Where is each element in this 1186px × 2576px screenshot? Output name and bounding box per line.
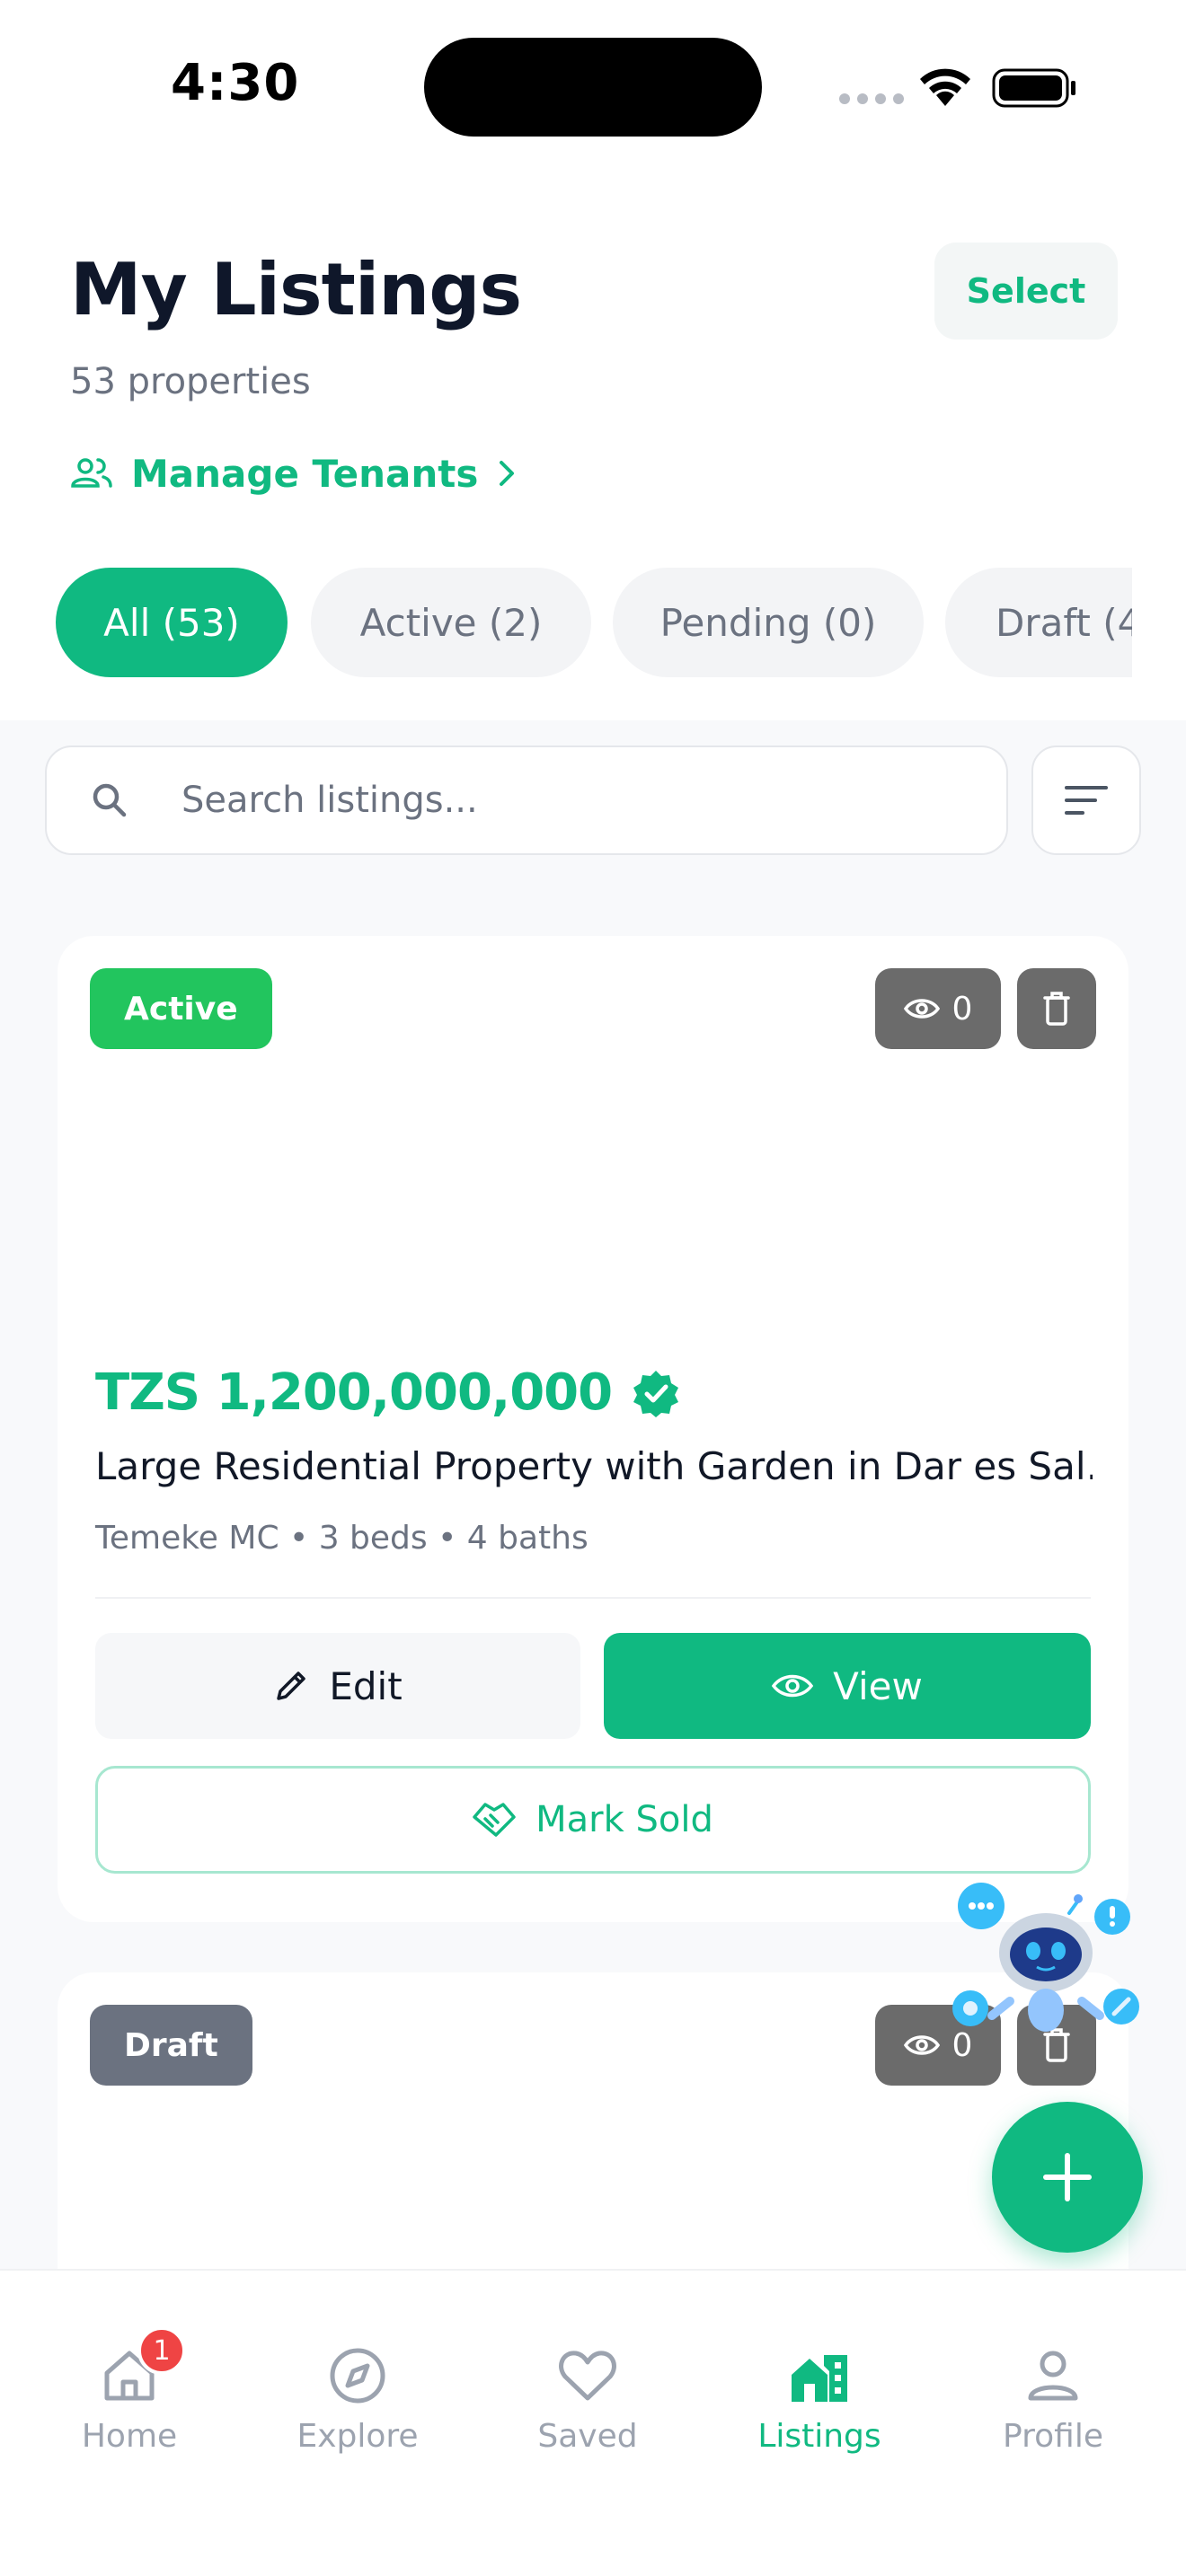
manage-tenants-link[interactable]: Manage Tenants: [70, 442, 518, 505]
filter-chip-all[interactable]: All (53): [56, 568, 288, 677]
verified-badge-icon: [633, 1370, 679, 1417]
filter-chip-pending[interactable]: Pending (0): [613, 568, 924, 677]
views-count: 0: [875, 968, 1001, 1049]
mark-sold-button[interactable]: Mark Sold: [95, 1766, 1091, 1874]
nav-label-explore: Explore: [296, 2418, 419, 2455]
eye-icon: [903, 999, 940, 1019]
nav-label-listings: Listings: [757, 2418, 881, 2455]
compass-icon: [326, 2344, 389, 2407]
cellular-signal-icon: [839, 93, 904, 104]
status-badge: Active: [90, 968, 272, 1049]
battery-icon: [992, 68, 1075, 108]
ai-assistant-robot-icon[interactable]: [951, 1875, 1143, 2041]
listing-card[interactable]: Active 0 TZS 1,200,000,000 Large Residen…: [58, 936, 1128, 1922]
views-count-value: 0: [951, 990, 973, 1028]
view-button[interactable]: View: [604, 1633, 1091, 1739]
users-icon: [71, 458, 112, 488]
nav-label-profile: Profile: [1003, 2418, 1103, 2455]
nav-label-saved: Saved: [537, 2418, 638, 2455]
status-badge: Draft: [90, 2005, 252, 2086]
select-button[interactable]: Select: [934, 243, 1118, 340]
nav-label-home: Home: [81, 2418, 178, 2455]
divider: [95, 1597, 1091, 1599]
listing-title: Large Residential Property with Garden i…: [95, 1444, 1093, 1488]
nav-item-saved[interactable]: Saved: [498, 2316, 677, 2477]
mark-sold-label: Mark Sold: [535, 1799, 713, 1840]
delete-button[interactable]: [1017, 968, 1096, 1049]
manage-tenants-label: Manage Tenants: [131, 451, 479, 496]
status-bar: 4:30: [0, 0, 1186, 171]
heart-icon: [556, 2344, 619, 2407]
status-filter-tabs: All (53) Active (2) Pending (0) Draft (4: [56, 568, 1132, 679]
listings-header: My Listings 53 properties Select Manage …: [0, 171, 1186, 720]
search-icon: [93, 783, 127, 817]
search-bar: [45, 745, 1008, 855]
page-title: My Listings: [70, 248, 522, 331]
edit-label: Edit: [329, 1663, 403, 1708]
pencil-icon: [277, 1672, 306, 1700]
filter-chip-draft[interactable]: Draft (4: [945, 568, 1132, 677]
handshake-icon: [473, 1803, 516, 1837]
listings-icon: [788, 2344, 851, 2407]
eye-icon: [903, 2035, 940, 2055]
eye-icon: [772, 1674, 814, 1698]
price-row: TZS 1,200,000,000: [95, 1363, 680, 1422]
listing-meta: Temeke MC • 3 beds • 4 baths: [95, 1520, 589, 1557]
edit-button[interactable]: Edit: [95, 1633, 580, 1739]
bottom-navigation: 1 Home Explore Saved Listings Profile: [0, 2269, 1186, 2576]
home-icon: 1: [98, 2326, 186, 2407]
trash-icon: [1043, 992, 1070, 1026]
dynamic-island: [424, 38, 762, 137]
wifi-icon: [920, 68, 970, 106]
nav-item-listings[interactable]: Listings: [730, 2316, 909, 2477]
profile-icon: [1022, 2344, 1084, 2407]
add-listing-button[interactable]: [992, 2102, 1143, 2253]
filter-chip-active[interactable]: Active (2): [311, 568, 591, 677]
nav-item-explore[interactable]: Explore: [268, 2316, 447, 2477]
sort-filter-button[interactable]: [1031, 745, 1141, 855]
search-input[interactable]: [181, 780, 990, 821]
chevron-right-icon: [500, 461, 515, 486]
notification-badge: 1: [137, 2326, 186, 2375]
plus-icon: [1043, 2153, 1092, 2201]
view-label: View: [833, 1663, 923, 1708]
sort-icon: [1065, 786, 1108, 815]
listing-price: TZS 1,200,000,000: [95, 1363, 613, 1422]
nav-item-home[interactable]: 1 Home: [40, 2316, 219, 2477]
status-time: 4:30: [171, 54, 300, 112]
nav-item-profile[interactable]: Profile: [963, 2316, 1143, 2477]
property-count: 53 properties: [70, 361, 311, 402]
